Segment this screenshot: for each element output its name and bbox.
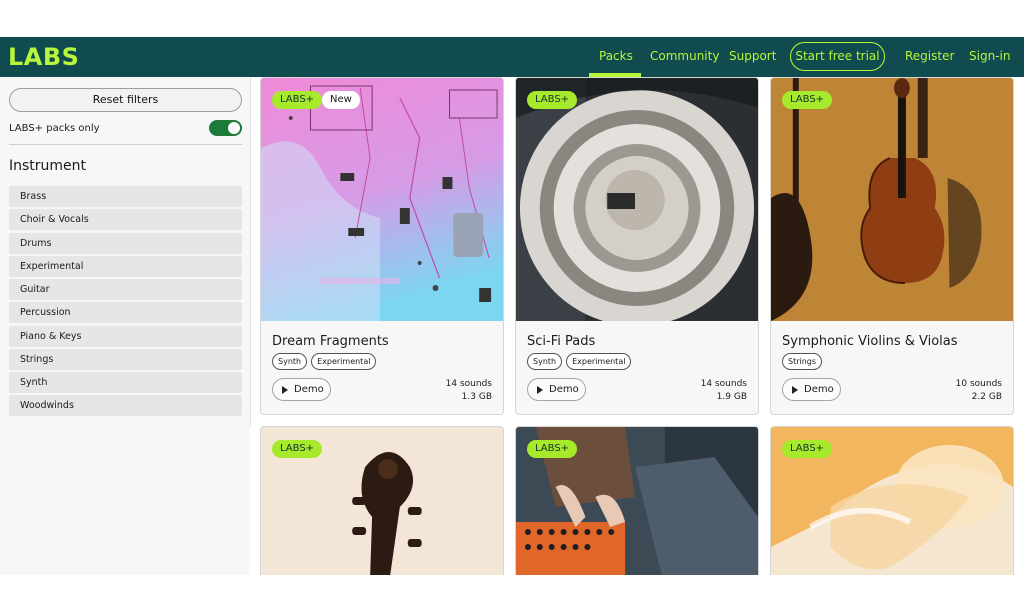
new-badge: New [322, 91, 360, 109]
filter-guitar[interactable]: Guitar [9, 279, 242, 300]
violin-image [771, 78, 1013, 321]
labs-plus-badge: LABS+ [782, 440, 833, 458]
filter-strings[interactable]: Strings [9, 348, 242, 370]
sound-count: 10 sounds [955, 379, 1002, 389]
pack-meta: 14 sounds 1.9 GB [701, 378, 747, 404]
labs-plus-badge: LABS+ [527, 91, 578, 109]
sound-count: 14 sounds [445, 379, 492, 389]
tag-row: Synth Experimental [272, 353, 377, 370]
nav-community[interactable]: Community [650, 49, 719, 63]
sidebar-edge [250, 77, 251, 427]
sidebar-divider [9, 144, 242, 145]
pack-title[interactable]: Dream Fragments [272, 334, 389, 349]
pack-card-brass[interactable]: LABS+ [770, 426, 1014, 586]
labs-only-label: LABS+ packs only [9, 123, 100, 134]
tag-row: Synth Experimental [527, 353, 632, 370]
demo-button[interactable]: Demo [527, 378, 586, 401]
tag-experimental[interactable]: Experimental [566, 353, 632, 370]
demo-label: Demo [804, 384, 834, 395]
pack-title[interactable]: Symphonic Violins & Violas [782, 334, 958, 349]
labs-plus-badge: LABS+ [272, 440, 323, 458]
pack-card-sci-fi-pads[interactable]: LABS+ Sci-Fi Pads Synth Experimental Dem… [515, 77, 759, 415]
circuit-board-image [261, 78, 503, 321]
demo-button[interactable]: Demo [782, 378, 841, 401]
play-icon [537, 385, 543, 394]
nav-support[interactable]: Support [729, 49, 776, 63]
nav-packs[interactable]: Packs [599, 49, 633, 63]
filter-woodwinds[interactable]: Woodwinds [9, 395, 242, 417]
tag-row: Strings [782, 353, 823, 370]
sound-count: 14 sounds [700, 379, 747, 389]
tag-synth[interactable]: Synth [527, 353, 563, 370]
labs-only-toggle[interactable] [209, 120, 242, 136]
top-band [0, 0, 1024, 37]
demo-label: Demo [294, 384, 324, 395]
filter-drums[interactable]: Drums [9, 232, 242, 254]
pack-meta: 10 sounds 2.2 GB [956, 378, 1002, 404]
pack-card-dream-fragments[interactable]: LABS+ New Dream Fragments Synth Experime… [260, 77, 504, 415]
filter-synth[interactable]: Synth [9, 372, 242, 393]
nav-register[interactable]: Register [905, 49, 954, 63]
pack-size: 2.2 GB [971, 392, 1002, 402]
tag-strings[interactable]: Strings [782, 353, 823, 370]
tag-experimental[interactable]: Experimental [311, 353, 377, 370]
labs-plus-badge: LABS+ [527, 440, 578, 458]
pack-card-cello[interactable]: LABS+ [260, 426, 504, 586]
labs-plus-badge: LABS+ [782, 91, 833, 109]
instrument-filter-list: Brass Choir & Vocals Drums Experimental … [9, 186, 242, 419]
filter-sidebar: Reset filters LABS+ packs only Instrumen… [0, 77, 250, 575]
pack-card-synth-hands[interactable]: LABS+ [515, 426, 759, 586]
start-free-trial-button[interactable]: Start free trial [790, 42, 885, 71]
labs-plus-badge: LABS+ [272, 91, 323, 109]
pack-card-symphonic-violins-violas[interactable]: LABS+ Symphonic Violins & Violas Strings… [770, 77, 1014, 415]
pack-size: 1.9 GB [716, 392, 747, 402]
nav-signin[interactable]: Sign-in [969, 49, 1010, 63]
pack-title[interactable]: Sci-Fi Pads [527, 334, 595, 349]
speaker-spiral-image [516, 78, 758, 321]
labs-logo[interactable]: LABS [8, 43, 79, 71]
instrument-heading: Instrument [9, 158, 87, 174]
toggle-knob [228, 122, 240, 134]
filter-piano-keys[interactable]: Piano & Keys [9, 325, 242, 347]
reset-filters-button[interactable]: Reset filters [9, 88, 242, 112]
pack-size: 1.3 GB [461, 392, 492, 402]
filter-percussion[interactable]: Percussion [9, 302, 242, 324]
demo-label: Demo [549, 384, 579, 395]
filter-experimental[interactable]: Experimental [9, 255, 242, 277]
pack-meta: 14 sounds 1.3 GB [446, 378, 492, 404]
site-header: LABS Packs Community Support Start free … [0, 37, 1024, 77]
play-icon [282, 385, 288, 394]
tag-synth[interactable]: Synth [272, 353, 308, 370]
filter-brass[interactable]: Brass [9, 186, 242, 207]
bottom-band [0, 575, 1024, 614]
demo-button[interactable]: Demo [272, 378, 331, 401]
play-icon [792, 385, 798, 394]
filter-choir-vocals[interactable]: Choir & Vocals [9, 209, 242, 231]
